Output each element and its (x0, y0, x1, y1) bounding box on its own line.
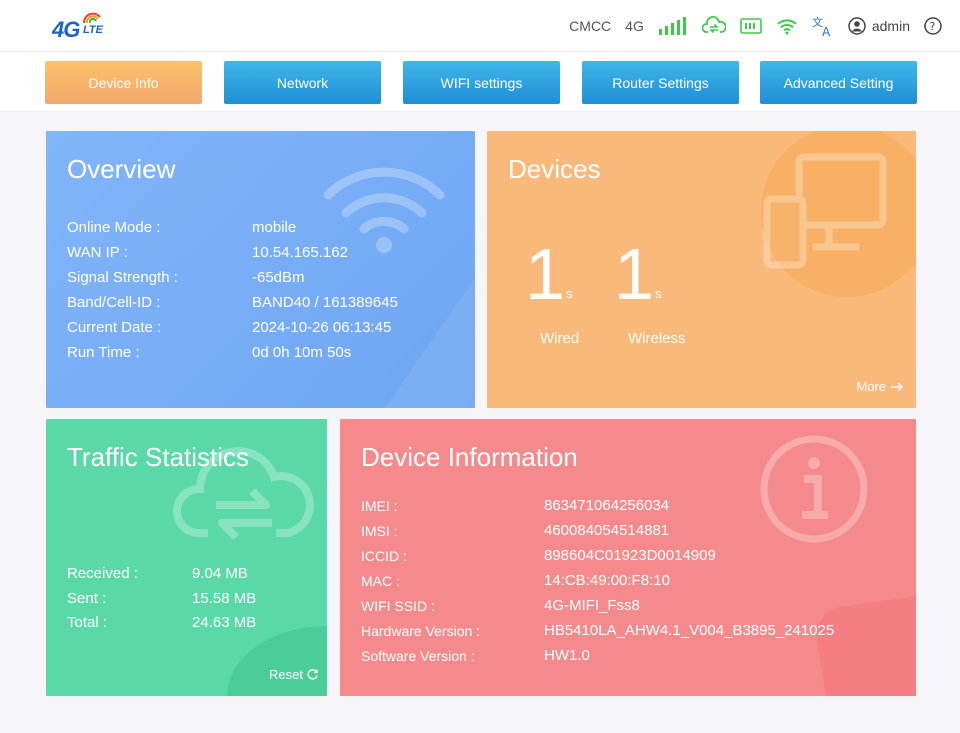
user-menu[interactable]: admin (848, 17, 910, 35)
wifi-ssid-label: WIFI SSID : (361, 598, 435, 614)
run-time-value: 0d 0h 10m 50s (252, 344, 352, 361)
header-bar: 4G LTE CMCC 4G 文 A admin ? (0, 0, 960, 52)
devices-card: Devices 1 s 1 s Wired Wireless More (487, 131, 916, 408)
status-bar: CMCC 4G 文 A admin ? (555, 14, 942, 38)
imsi-value: 460084054514881 (544, 522, 670, 539)
arrow-right-icon (891, 382, 903, 391)
main-nav: Device Info Network WIFI settings Router… (0, 52, 960, 112)
wireless-count: 1 (614, 235, 655, 315)
svg-text:A: A (822, 25, 831, 37)
card-decoration (227, 626, 327, 696)
hardware-version-value: HB5410LA_AHW4.1_V004_B3895_241025 (544, 622, 835, 639)
cloud-sync-icon (701, 16, 726, 36)
logo-arc-icon (82, 12, 101, 24)
device-information-card: Device Information IMEI : 86347106425603… (340, 419, 916, 696)
translate-icon[interactable]: 文 A (812, 15, 834, 37)
more-label: More (856, 379, 886, 394)
username: admin (871, 18, 910, 34)
online-mode-label: Online Mode : (67, 219, 161, 236)
wifi-watermark-icon (324, 167, 444, 253)
overview-title: Overview (67, 154, 176, 184)
received-value: 9.04 MB (192, 565, 248, 582)
imsi-label: IMSI : (361, 523, 398, 539)
wireless-label: Wireless (628, 330, 686, 347)
signal-strength-value: -65dBm (252, 269, 305, 286)
iccid-value: 898604C01923D0014909 (544, 547, 716, 564)
devices-watermark-icon (763, 153, 887, 269)
tab-advanced-setting[interactable]: Advanced Setting (760, 61, 917, 104)
mac-label: MAC : (361, 573, 400, 589)
imei-value: 863471064256034 (544, 497, 670, 514)
wired-count: 1 (525, 235, 566, 315)
mac-value: 14:CB:49:00:F8:10 (544, 572, 670, 589)
current-date-value: 2024-10-26 06:13:45 (252, 319, 392, 336)
wan-ip-value: 10.54.165.162 (252, 244, 348, 261)
device-information-title: Device Information (361, 442, 578, 472)
band-cell-value: BAND40 / 161389645 (252, 294, 398, 311)
wifi-ssid-value: 4G-MIFI_Fss8 (544, 597, 640, 614)
card-decoration (816, 596, 916, 696)
received-label: Received : (67, 565, 138, 582)
logo-lte-text: LTE (83, 24, 103, 36)
wired-label: Wired (540, 330, 580, 347)
reset-label: Reset (269, 667, 303, 682)
info-watermark-icon (760, 435, 868, 543)
help-icon[interactable]: ? (924, 17, 942, 35)
operator-name: CMCC (569, 18, 612, 34)
total-label: Total : (67, 614, 108, 631)
hardware-version-label: Hardware Version : (361, 623, 481, 639)
more-link[interactable]: More (856, 379, 904, 394)
current-date-label: Current Date : (67, 319, 162, 336)
logo: 4G LTE (52, 11, 114, 43)
svg-text:?: ? (930, 20, 936, 33)
online-mode-value: mobile (252, 219, 297, 236)
wired-unit: s (566, 286, 573, 301)
sent-label: Sent : (67, 590, 107, 607)
logo-4g-text: 4G (52, 17, 80, 42)
signal-strength-label: Signal Strength : (67, 269, 178, 286)
band-cell-label: Band/Cell-ID : (67, 294, 161, 311)
refresh-icon (307, 669, 318, 680)
software-version-label: Software Version : (361, 648, 475, 664)
reset-button[interactable]: Reset (269, 667, 319, 682)
tab-router-settings[interactable]: Router Settings (582, 61, 739, 104)
traffic-card: Traffic Statistics Received : 9.04 MB Se… (46, 419, 327, 696)
iccid-label: ICCID : (361, 548, 407, 564)
devices-title: Devices (508, 154, 601, 184)
user-icon (848, 17, 866, 35)
card-decoration (385, 278, 475, 408)
tab-device-info[interactable]: Device Info (45, 61, 202, 104)
overview-card: Overview Online Mode : mobile WAN IP : 1… (46, 131, 475, 408)
signal-icon (658, 17, 688, 35)
network-type: 4G (625, 18, 644, 34)
traffic-title: Traffic Statistics (67, 442, 250, 472)
wan-ip-label: WAN IP : (67, 244, 128, 261)
sent-value: 15.58 MB (192, 590, 257, 607)
tab-wifi-settings[interactable]: WIFI settings (403, 61, 560, 104)
software-version-value: HW1.0 (544, 647, 590, 664)
total-value: 24.63 MB (192, 614, 257, 631)
sim-card-icon (740, 17, 762, 35)
run-time-label: Run Time : (67, 344, 140, 361)
imei-label: IMEI : (361, 498, 398, 514)
wifi-icon (776, 17, 798, 35)
tab-network[interactable]: Network (224, 61, 381, 104)
wireless-unit: s (655, 286, 662, 301)
